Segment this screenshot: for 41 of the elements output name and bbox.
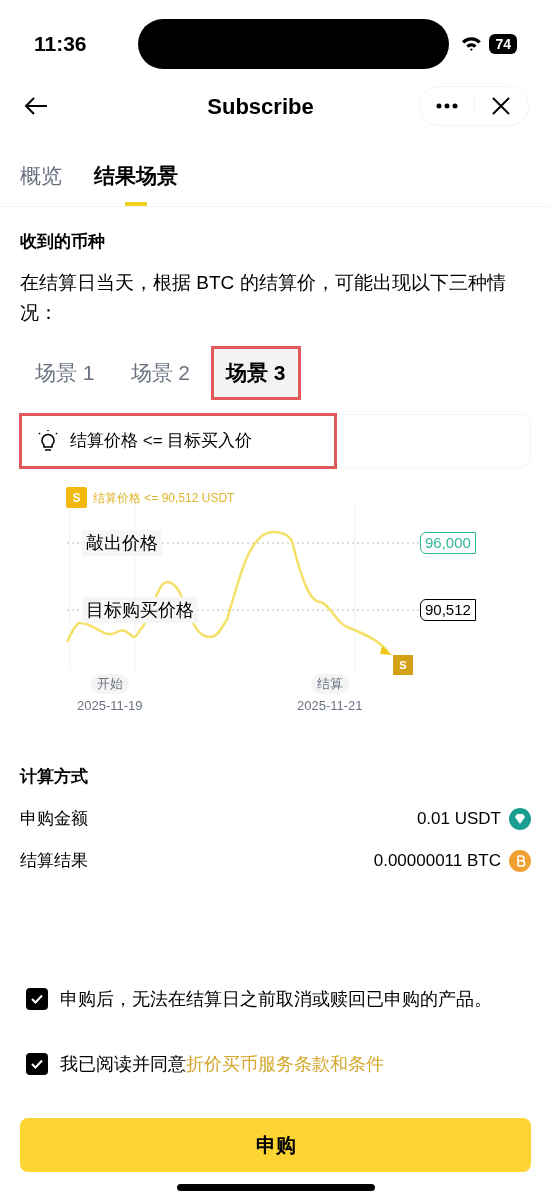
level-label: 目标购买价格 bbox=[82, 597, 198, 623]
description: 在结算日当天，根据 BTC 的结算价，可能出现以下三种情况： bbox=[20, 271, 507, 325]
agreement-text: 我已阅读并同意折价买币服务条款和条件 bbox=[60, 1052, 384, 1076]
close-icon bbox=[492, 97, 511, 115]
tab[interactable]: 结果场景 bbox=[94, 160, 178, 206]
date-value: 2025-11-19 bbox=[77, 696, 143, 715]
date-label: 开始 bbox=[90, 674, 129, 694]
section-title: 收到的币种 bbox=[20, 230, 106, 253]
row-value: 0.00000011 BTC bbox=[373, 849, 501, 872]
checkbox[interactable] bbox=[26, 1053, 48, 1075]
agreement-text: 申购后，无法在结算日之前取消或赎回已申购的产品。 bbox=[60, 987, 492, 1011]
page-title: Subscribe bbox=[206, 92, 315, 121]
wifi-icon bbox=[460, 36, 482, 52]
checkbox[interactable] bbox=[26, 988, 48, 1010]
scenario-tab[interactable]: 场景 3 bbox=[211, 346, 301, 400]
row-label: 结算结果 bbox=[20, 849, 88, 872]
check-icon bbox=[30, 1057, 44, 1071]
condition-text: 结算价格 <= 目标买入价 bbox=[70, 430, 253, 453]
battery-indicator: 74 bbox=[489, 34, 517, 54]
row-label: 申购金额 bbox=[20, 807, 88, 830]
tab[interactable]: 概览 bbox=[20, 160, 62, 206]
scenario-tab[interactable]: 场景 1 bbox=[20, 346, 110, 400]
row-value: 0.01 USDT bbox=[416, 807, 501, 830]
settlement-badge: S bbox=[66, 487, 87, 508]
legend-label: 结算价格 <= 90,512 USDT bbox=[93, 489, 235, 507]
level-label: 敲出价格 bbox=[82, 530, 162, 556]
date-label: 结算 bbox=[310, 674, 349, 694]
price-tag: 96,000 bbox=[420, 532, 476, 554]
more-icon bbox=[435, 103, 458, 109]
check-icon bbox=[30, 992, 44, 1006]
settlement-badge: S bbox=[393, 655, 413, 675]
diamond-coin-icon bbox=[509, 807, 531, 830]
lightbulb-icon bbox=[38, 430, 58, 452]
bitcoin-coin-icon bbox=[509, 849, 531, 872]
scenario-tab[interactable]: 场景 2 bbox=[115, 346, 206, 400]
back-arrow-icon bbox=[24, 96, 48, 116]
subscribe-button[interactable]: 申购 bbox=[20, 1117, 531, 1172]
section-title: 计算方式 bbox=[20, 766, 89, 788]
status-time: 11:36 bbox=[34, 31, 88, 58]
price-tag: 90,512 bbox=[420, 599, 476, 621]
date-value: 2025-11-21 bbox=[297, 696, 363, 715]
